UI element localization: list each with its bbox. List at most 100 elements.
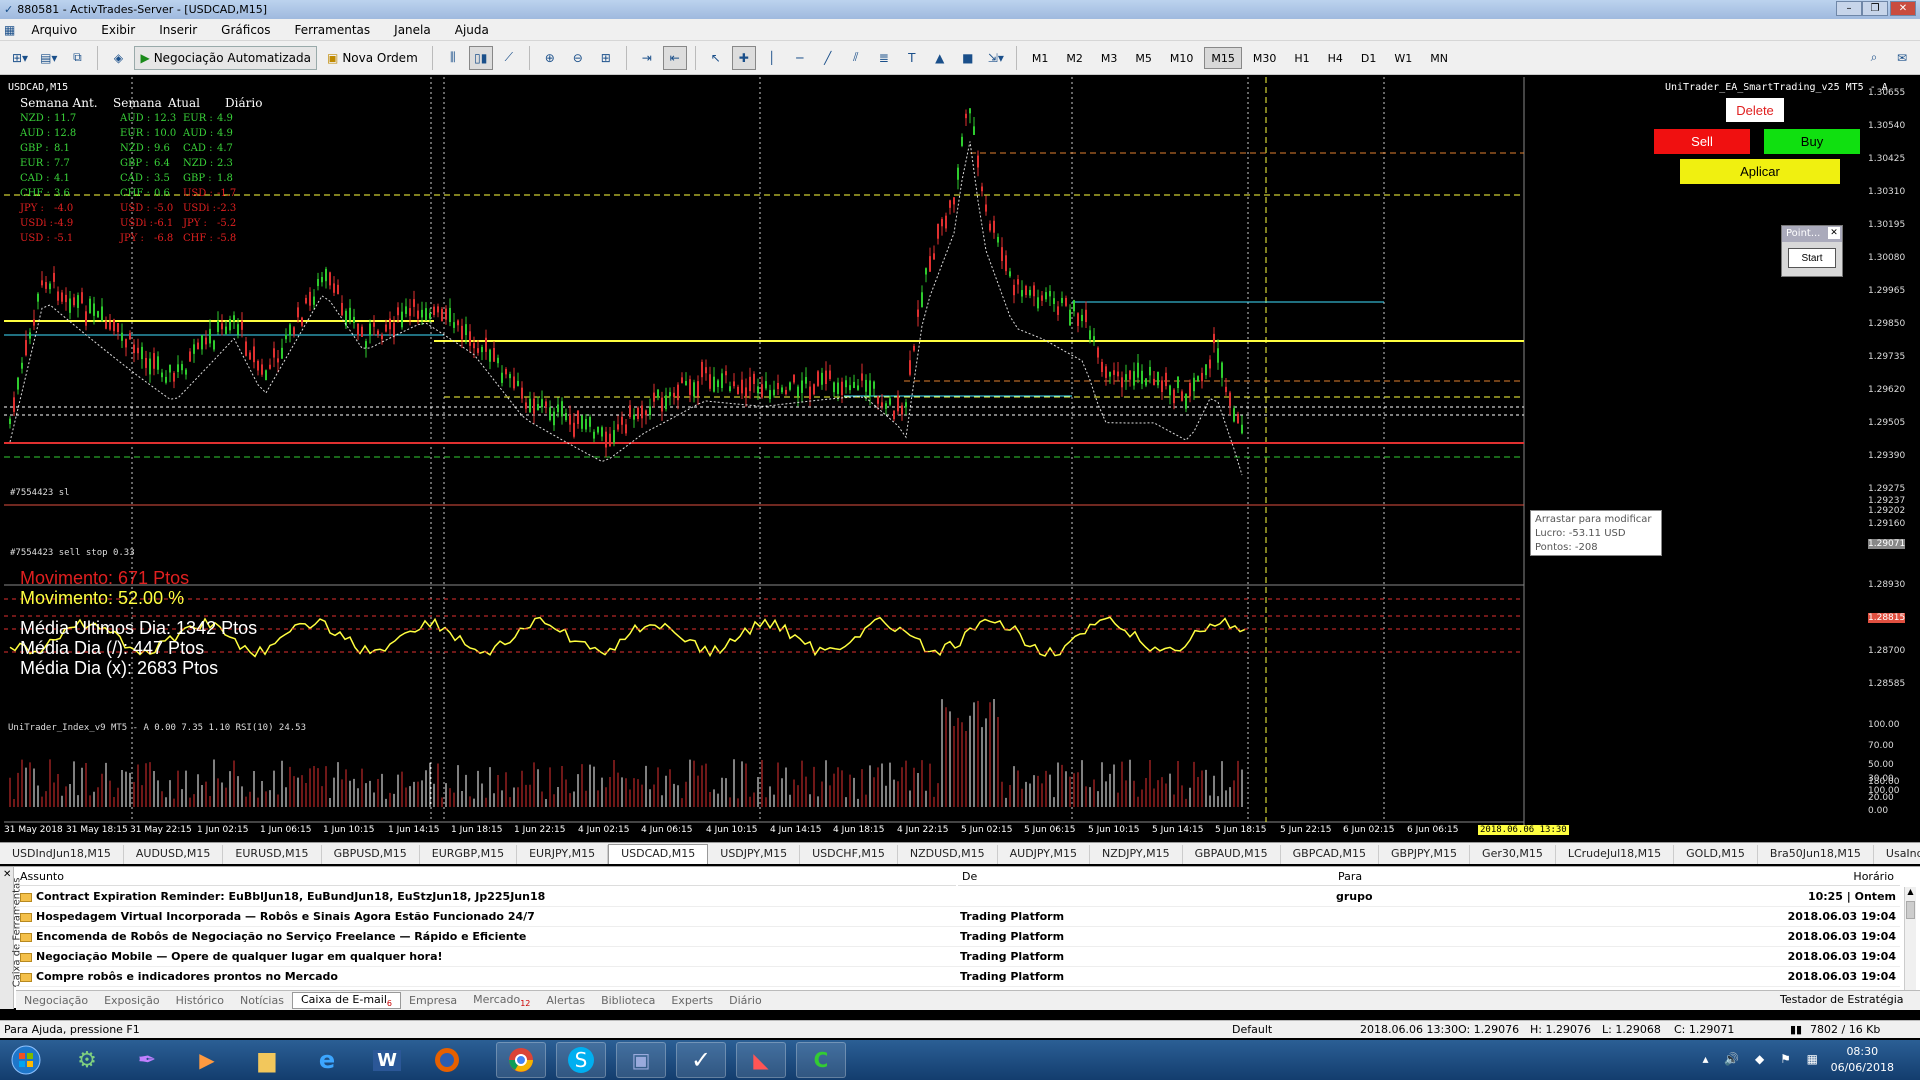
auto-trading-button[interactable]: ▶ Negociação Automatizada — [134, 45, 317, 70]
mail-row[interactable]: Contract Expiration Reminder: EuBblJun18… — [16, 887, 1900, 907]
menu-graficos[interactable]: Gráficos — [209, 23, 282, 37]
toolbox-tab[interactable]: Caixa de E-mail6 — [291, 991, 401, 1010]
tf-m10[interactable]: M10 — [1163, 47, 1201, 69]
trading-app-icon[interactable]: ◣ — [736, 1042, 786, 1078]
zoom-in-icon[interactable]: ⊕ — [538, 46, 562, 70]
symbol-tab[interactable]: AUDUSD,M15 — [124, 845, 224, 864]
tf-m3[interactable]: M3 — [1094, 47, 1125, 69]
horizontal-line-icon[interactable]: ─ — [788, 46, 812, 70]
tf-m15[interactable]: M15 — [1204, 46, 1242, 69]
symbol-tab[interactable]: GBPUSD,M15 — [322, 845, 420, 864]
symbol-tab[interactable]: Bra50Jun18,M15 — [1758, 845, 1874, 864]
toolbox-tab[interactable]: Negociação — [16, 994, 96, 1007]
new-order-button[interactable]: ▣ Nova Ordem — [321, 46, 424, 70]
symbol-tab[interactable]: EURUSD,M15 — [223, 845, 322, 864]
strategy-tester-tab[interactable]: Testador de Estratégia — [1780, 993, 1904, 1006]
candlestick-icon[interactable]: ▯▮ — [468, 45, 493, 70]
close-button[interactable]: ✕ — [1890, 1, 1916, 16]
camtasia-icon[interactable]: C — [796, 1042, 846, 1078]
maximize-button[interactable]: ❐ — [1862, 1, 1888, 16]
channel-icon[interactable]: ⫽ — [844, 46, 868, 70]
bar-chart-icon[interactable]: ⫼ — [441, 46, 465, 70]
skype-icon[interactable]: S — [556, 1042, 606, 1078]
network-app-icon[interactable]: ⚙ — [62, 1042, 112, 1078]
toolbox-tab[interactable]: Notícias — [232, 994, 292, 1007]
symbol-tab[interactable]: NZDJPY,M15 — [1090, 845, 1183, 864]
menu-inserir[interactable]: Inserir — [147, 23, 209, 37]
feather-app-icon[interactable]: ✒ — [122, 1042, 172, 1078]
metatrader-icon[interactable]: ✓ — [676, 1042, 726, 1078]
fibonacci-icon[interactable]: ≣ — [872, 46, 896, 70]
symbol-tab[interactable]: LCrudeJul18,M15 — [1556, 845, 1675, 864]
new-chart-icon[interactable]: ⊞▾ — [8, 46, 32, 70]
text-icon[interactable]: T — [900, 46, 924, 70]
media-player-icon[interactable]: ▶ — [182, 1042, 232, 1078]
market-watch-icon[interactable]: ⧉ — [65, 46, 89, 70]
minimize-button[interactable]: – — [1836, 1, 1862, 16]
point-start-button[interactable]: Start — [1788, 248, 1836, 268]
symbol-tab[interactable]: UsaInd,M — [1874, 845, 1920, 864]
tf-w1[interactable]: W1 — [1387, 47, 1419, 69]
scroll-up-icon[interactable]: ▲ — [1905, 887, 1916, 899]
symbol-tab[interactable]: GBPCAD,M15 — [1281, 845, 1379, 864]
mail-row[interactable]: Hospedagem Virtual Incorporada — Robôs e… — [16, 907, 1900, 927]
toolbox-close-icon[interactable]: ✕ — [3, 869, 11, 880]
tf-m1[interactable]: M1 — [1025, 47, 1056, 69]
toolbox-tab[interactable]: Experts — [663, 994, 721, 1007]
toolbox-tab[interactable]: Histórico — [168, 994, 232, 1007]
order-label-sell-stop[interactable]: #7554423 sell stop 0.33 — [10, 548, 135, 558]
symbol-tab[interactable]: USDJPY,M15 — [708, 845, 801, 864]
internet-explorer-icon[interactable]: e — [302, 1042, 352, 1078]
symbol-tab[interactable]: EURJPY,M15 — [517, 845, 609, 864]
col-time[interactable]: Horário — [1754, 867, 1900, 886]
toolbox-tab[interactable]: Exposição — [96, 994, 167, 1007]
price-chart[interactable] — [4, 77, 1916, 833]
symbol-tab[interactable]: EURGBP,M15 — [420, 845, 518, 864]
symbol-tab[interactable]: USDCHF,M15 — [800, 845, 898, 864]
cursor-icon[interactable]: ↖ — [704, 46, 728, 70]
symbol-tab[interactable]: GBPAUD,M15 — [1183, 845, 1281, 864]
tf-m30[interactable]: M30 — [1246, 47, 1284, 69]
menu-arquivo[interactable]: Arquivo — [19, 23, 89, 37]
toolbox-tab[interactable]: Diário — [721, 994, 770, 1007]
menu-ajuda[interactable]: Ajuda — [443, 23, 501, 37]
file-explorer-icon[interactable]: ▆ — [242, 1042, 292, 1078]
chat-icon[interactable]: ✉ — [1890, 46, 1914, 70]
mail-row[interactable]: Compre robôs e indicadores prontos no Me… — [16, 967, 1900, 987]
delete-button[interactable]: Delete — [1726, 98, 1784, 122]
system-tray-icons[interactable]: ▴ 🔊 ◆ ⚑ ▦ — [1702, 1052, 1824, 1066]
arrows-icon[interactable]: ⇲▾ — [984, 46, 1008, 70]
symbol-tab[interactable]: USDCAD,M15 — [608, 844, 709, 864]
crosshair-icon[interactable]: ✚ — [731, 45, 756, 70]
col-from[interactable]: De — [958, 867, 1334, 886]
tf-h4[interactable]: H4 — [1321, 47, 1350, 69]
mail-scrollbar[interactable]: ▲ ▼ — [1904, 887, 1916, 999]
symbol-tab[interactable]: Ger30,M15 — [1470, 845, 1556, 864]
toolbox-tab[interactable]: Mercado12 — [465, 993, 538, 1008]
chart-shift-icon[interactable]: ⇤ — [662, 45, 687, 70]
toolbox-tab[interactable]: Biblioteca — [593, 994, 663, 1007]
signals-icon[interactable]: ◈ — [106, 46, 130, 70]
toolbox-tab[interactable]: Empresa — [401, 994, 465, 1007]
mail-row[interactable]: Negociação Mobile — Opere de qualquer lu… — [16, 947, 1900, 967]
tile-windows-icon[interactable]: ⊞ — [594, 46, 618, 70]
symbol-tab[interactable]: GOLD,M15 — [1674, 845, 1758, 864]
symbol-tab[interactable]: NZDUSD,M15 — [898, 845, 998, 864]
chrome-icon[interactable] — [496, 1042, 546, 1078]
sell-button[interactable]: Sell — [1654, 129, 1750, 154]
col-subject[interactable]: Assunto — [16, 867, 956, 886]
zoom-out-icon[interactable]: ⊖ — [566, 46, 590, 70]
tf-d1[interactable]: D1 — [1354, 47, 1383, 69]
apply-button[interactable]: Aplicar — [1680, 159, 1840, 184]
trendline-icon[interactable]: ╱ — [816, 46, 840, 70]
symbol-tab[interactable]: AUDJPY,M15 — [998, 845, 1091, 864]
buy-button[interactable]: Buy — [1764, 129, 1860, 154]
autoscroll-icon[interactable]: ⇥ — [635, 46, 659, 70]
firefox-icon[interactable] — [422, 1042, 472, 1078]
tf-m2[interactable]: M2 — [1059, 47, 1090, 69]
start-button[interactable] — [4, 1042, 48, 1078]
clock[interactable]: 08:30 06/06/2018 — [1831, 1044, 1894, 1076]
toolbox-tab[interactable]: Alertas — [538, 994, 593, 1007]
mail-row[interactable]: Encomenda de Robôs de Negociação no Serv… — [16, 927, 1900, 947]
shapes-icon[interactable]: ▲ — [928, 46, 952, 70]
